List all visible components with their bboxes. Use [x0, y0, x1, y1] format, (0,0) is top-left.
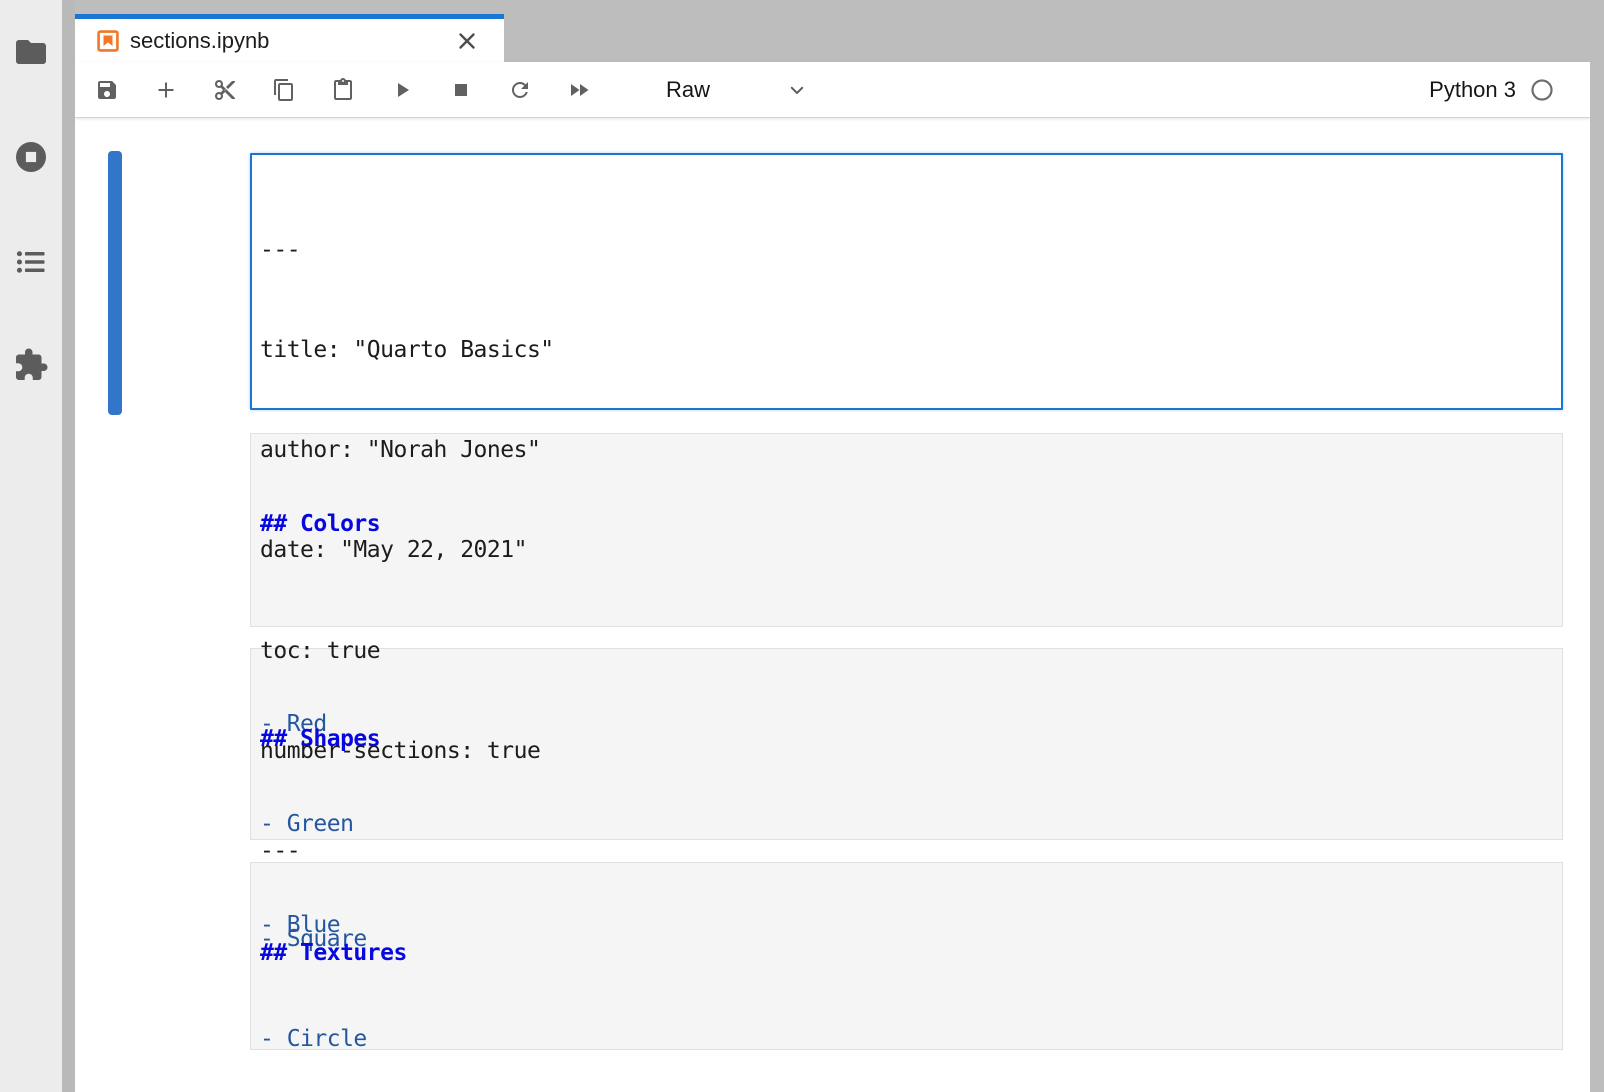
close-icon[interactable]: [454, 28, 480, 54]
window-right-edge: [1590, 0, 1604, 1092]
blank-line: [260, 823, 1552, 856]
active-cell-collapser[interactable]: [108, 151, 122, 415]
interrupt-kernel-icon[interactable]: [449, 78, 473, 102]
kernel-idle-icon[interactable]: [1530, 78, 1554, 102]
running-sessions-icon[interactable]: [13, 139, 49, 175]
extensions-icon[interactable]: [13, 347, 49, 383]
tab-sections-ipynb[interactable]: sections.ipynb: [75, 14, 504, 62]
cell-list: --- title: "Quarto Basics" author: "Nora…: [250, 153, 1563, 1050]
blank-line: [260, 1037, 1552, 1070]
restart-kernel-icon[interactable]: [508, 78, 532, 102]
cell-type-select[interactable]: Raw: [666, 77, 710, 103]
paste-cells-icon[interactable]: [331, 78, 355, 102]
tab-title: sections.ipynb: [130, 28, 269, 54]
cut-cells-icon[interactable]: [213, 78, 237, 102]
markdown-header: ## Textures: [260, 937, 1552, 970]
blank-line: [260, 608, 1552, 641]
notebook-icon: [96, 29, 120, 53]
code-line: title: "Quarto Basics": [260, 334, 1551, 367]
save-icon[interactable]: [95, 78, 119, 102]
main-panel: sections.ipynb: [75, 0, 1590, 1092]
restart-run-all-icon[interactable]: [567, 78, 591, 102]
left-sidebar: [0, 0, 62, 1092]
insert-cell-icon[interactable]: [154, 78, 178, 102]
kernel-name[interactable]: Python 3: [1429, 77, 1516, 103]
jupyterlab-window: sections.ipynb: [0, 0, 1604, 1092]
notebook-scroll-area[interactable]: --- title: "Quarto Basics" author: "Nora…: [75, 118, 1590, 1092]
tab-bar: sections.ipynb: [75, 0, 1590, 62]
chevron-down-icon[interactable]: [788, 81, 806, 99]
cell-raw-yaml[interactable]: --- title: "Quarto Basics" author: "Nora…: [250, 153, 1563, 410]
notebook-toolbar: Raw Python 3: [75, 62, 1590, 118]
run-cell-icon[interactable]: [390, 78, 414, 102]
cell-markdown-textures[interactable]: ## Textures - Smooth - Bumpy - Fuzzy: [250, 862, 1563, 1050]
code-line: ---: [260, 234, 1551, 267]
table-of-contents-icon[interactable]: [13, 244, 49, 280]
copy-cells-icon[interactable]: [272, 78, 296, 102]
sidebar-splitter[interactable]: [62, 0, 75, 1092]
file-browser-icon[interactable]: [13, 34, 49, 70]
